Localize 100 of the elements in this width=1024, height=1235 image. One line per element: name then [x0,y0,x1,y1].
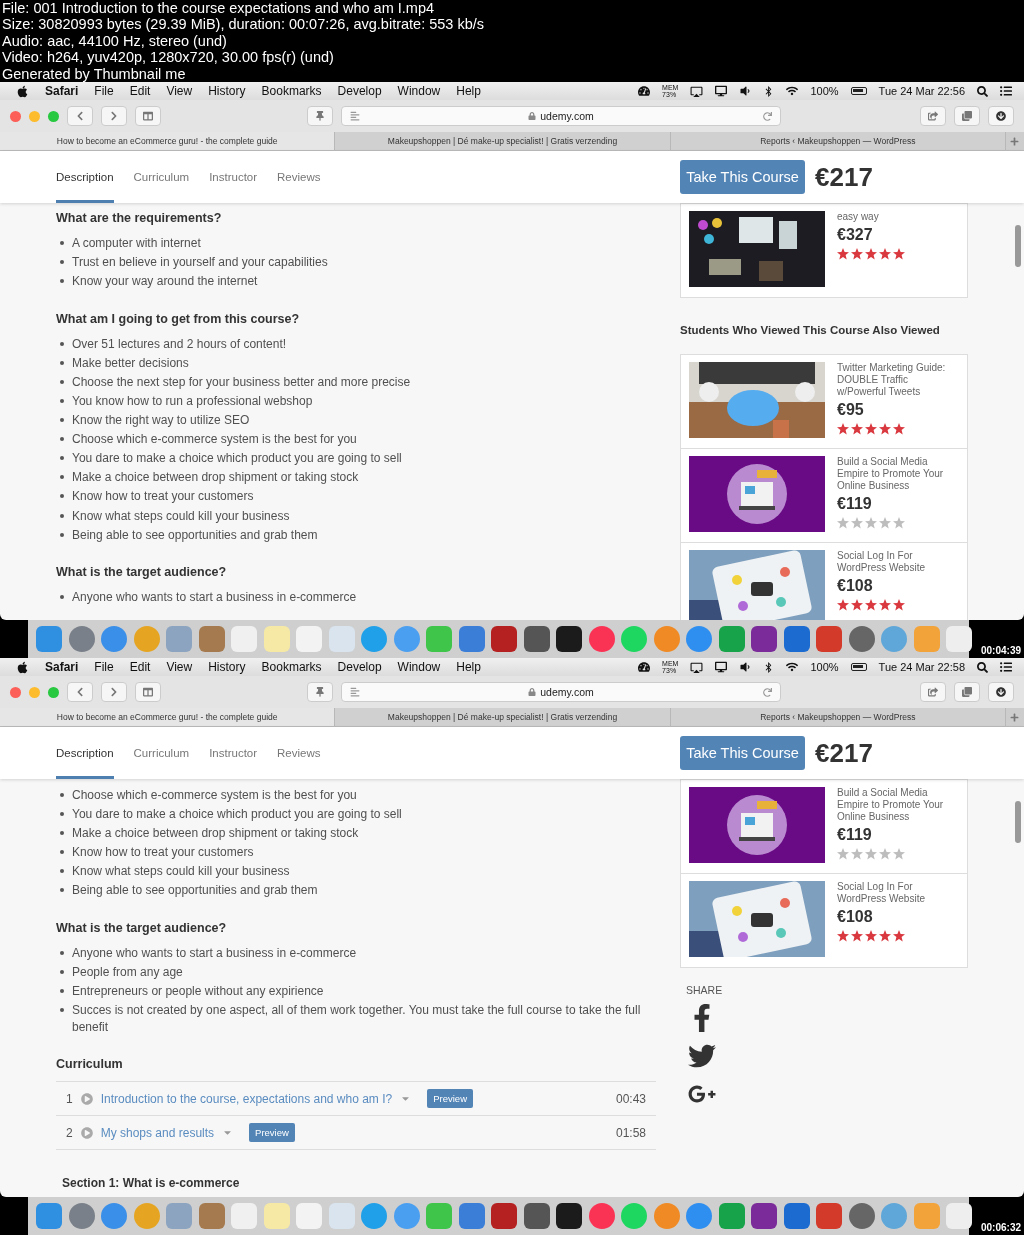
course-tab[interactable]: Description [56,151,114,203]
course-title[interactable]: Build a Social Media Empire to Promote Your Online Business [837,787,959,823]
wifi-icon[interactable] [786,661,799,673]
menu-item[interactable]: Bookmarks [261,84,322,98]
forward-button[interactable] [101,106,127,126]
course-card[interactable]: easy way €327 [681,204,967,297]
course-card[interactable]: Twitter Marketing Guide: DOUBLE Traffic w/Powerful Tweets €95 [681,355,967,448]
close-icon[interactable] [10,110,21,122]
lecture-row[interactable]: 1 Introduction to the course, expectations and who am I? Preview 00:43 [56,1081,656,1116]
close-icon[interactable] [10,686,21,698]
browser-tab[interactable]: How to become an eCommerce guru! - the complete guide [0,708,336,726]
menu-item[interactable]: Edit [129,84,151,98]
maximize-icon[interactable] [48,686,59,698]
sidebar-button[interactable] [135,106,161,126]
search-icon[interactable] [977,85,988,97]
menu-item[interactable]: View [166,660,193,674]
pin-button[interactable] [307,682,333,702]
menu-item[interactable]: Develop [337,84,382,98]
sidebar-button[interactable] [135,682,161,702]
menu-item[interactable]: Window [397,84,441,98]
maximize-icon[interactable] [48,110,59,122]
back-button[interactable] [67,106,93,126]
share-button[interactable] [920,106,946,126]
app-icon[interactable] [751,1203,777,1229]
new-tab-icon[interactable] [1010,136,1020,146]
menu-clock[interactable]: Tue 24 Mar 22:56 [878,85,965,97]
lecture-link[interactable]: My shops and results [100,1125,215,1140]
monitor-icon[interactable] [715,661,728,673]
scrollbar[interactable] [1015,225,1021,267]
address-bar[interactable]: udemy.com [341,106,781,126]
download-button[interactable] [988,106,1014,126]
course-tab[interactable]: Instructor [209,151,258,203]
course-tab[interactable]: Description [56,727,114,779]
tabs-button[interactable] [954,106,980,126]
menu-item[interactable]: Help [456,84,481,98]
search-icon[interactable] [977,661,988,673]
new-tab-icon[interactable] [1010,712,1020,722]
course-title[interactable]: Twitter Marketing Guide: DOUBLE Traffic w/Powerful Tweets [837,362,959,398]
menu-item[interactable]: Develop [337,660,382,674]
download-button[interactable] [988,682,1014,702]
monitor-icon[interactable] [715,85,728,97]
menu-item[interactable]: View [166,84,193,98]
app-icon[interactable] [751,626,777,652]
gauge-icon[interactable] [638,661,651,673]
course-card[interactable]: Social Log In For WordPress Website €108 [681,873,967,967]
airplay-icon[interactable] [690,84,704,98]
course-title[interactable]: Social Log In For WordPress Website [837,550,959,574]
menu-item[interactable]: Edit [129,660,151,674]
app-icon[interactable] [523,1203,550,1229]
gauge-icon[interactable] [638,85,651,97]
course-card[interactable]: Build a Social Media Empire to Promote Your Online Business €119 [681,448,967,542]
course-tab[interactable]: Reviews [277,151,321,203]
battery-icon[interactable] [850,87,867,95]
address-bar[interactable]: udemy.com [341,682,781,702]
menu-item[interactable]: Window [397,660,441,674]
preview-button[interactable]: Preview [249,1123,295,1143]
course-title[interactable]: Build a Social Media Empire to Promote Your Online Business [837,456,959,492]
app-icon[interactable] [556,1203,582,1229]
battery-icon[interactable] [850,663,867,671]
bird-icon[interactable] [688,1042,718,1070]
wifi-icon[interactable] [786,85,799,97]
airplay-icon[interactable] [690,660,704,674]
list-icon[interactable] [1000,661,1012,673]
lecture-row[interactable]: 2 My shops and results Preview 01:58 [56,1115,656,1151]
course-tab[interactable]: Curriculum [133,151,190,203]
apple-icon[interactable] [16,660,29,674]
apple-icon[interactable] [16,84,29,98]
menu-item[interactable]: File [94,660,114,674]
course-tab[interactable]: Instructor [209,727,258,779]
menu-item[interactable]: Safari [45,660,79,674]
app-icon[interactable] [523,626,550,652]
app-icon[interactable] [556,626,582,652]
course-title[interactable]: Social Log In For WordPress Website [837,881,959,905]
menu-item[interactable]: Bookmarks [261,660,322,674]
preview-button[interactable]: Preview [427,1089,473,1109]
course-title[interactable]: easy way [837,211,905,223]
menu-item[interactable]: History [208,660,246,674]
reader-icon[interactable] [350,687,360,697]
scrollbar[interactable] [1015,801,1021,843]
menu-item[interactable]: File [94,84,114,98]
take-course-button[interactable]: Take This Course [680,736,805,770]
pin-button[interactable] [307,106,333,126]
list-icon[interactable] [1000,85,1012,97]
share-button[interactable] [920,682,946,702]
back-button[interactable] [67,682,93,702]
course-tab[interactable]: Reviews [277,727,321,779]
tabs-button[interactable] [954,682,980,702]
menu-item[interactable]: Safari [45,84,79,98]
reload-icon[interactable] [763,111,772,121]
reader-icon[interactable] [350,111,360,121]
menu-item[interactable]: Help [456,660,481,674]
course-tab[interactable]: Curriculum [133,727,190,779]
volume-icon[interactable] [739,661,752,673]
volume-icon[interactable] [739,85,752,97]
course-card[interactable]: Build a Social Media Empire to Promote Your Online Business €119 [681,780,967,873]
forward-button[interactable] [101,682,127,702]
reload-icon[interactable] [763,687,772,697]
browser-tab[interactable]: How to become an eCommerce guru! - the complete guide [0,132,336,150]
take-course-button[interactable]: Take This Course [680,160,805,194]
menu-item[interactable]: History [208,84,246,98]
